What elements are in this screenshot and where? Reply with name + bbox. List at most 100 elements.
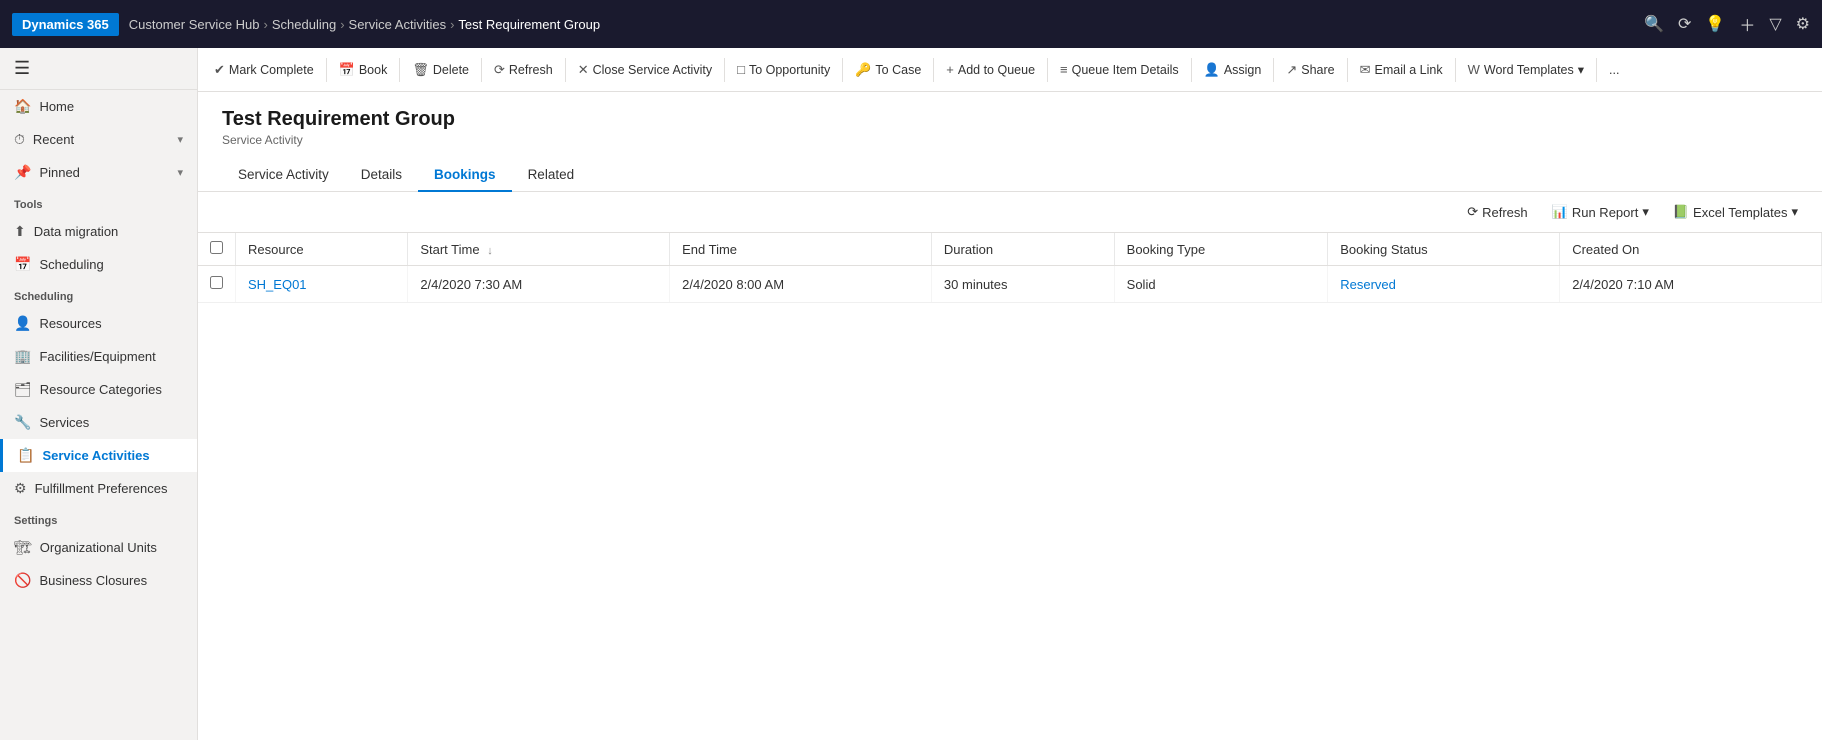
more-button[interactable]: ...: [1601, 57, 1627, 83]
cmd-sep-4: [565, 58, 566, 82]
cell-start-time: 2/4/2020 7:30 AM: [408, 266, 670, 303]
help-icon[interactable]: 💡: [1705, 14, 1725, 34]
cmd-sep-5: [724, 58, 725, 82]
breadcrumb-item-0[interactable]: Customer Service Hub: [129, 17, 260, 32]
sidebar-item-recent[interactable]: ⏱ Recent ▾: [0, 123, 197, 156]
delete-icon: 🗑: [412, 62, 429, 78]
to-opportunity-button[interactable]: □ To Opportunity: [729, 56, 838, 83]
book-button[interactable]: 📅 Book: [331, 56, 396, 84]
row-check[interactable]: [198, 266, 236, 303]
email-link-button[interactable]: ✉ Email a Link: [1352, 56, 1451, 84]
page-header: Test Requirement Group Service Activity: [198, 92, 1822, 147]
select-all-checkbox[interactable]: [210, 241, 223, 254]
cell-end-time: 2/4/2020 8:00 AM: [670, 266, 932, 303]
content-area: ✔ Mark Complete 📅 Book 🗑 Delete ⟳ Refres…: [198, 48, 1822, 740]
page-subtitle: Service Activity: [222, 133, 1798, 147]
scheduling-icon: 📅: [14, 256, 31, 273]
tab-details[interactable]: Details: [345, 159, 418, 192]
close-service-activity-button[interactable]: ✕ Close Service Activity: [570, 56, 720, 84]
col-duration: Duration: [931, 233, 1114, 266]
sidebar-item-data-migration[interactable]: ⬆ Data migration: [0, 215, 197, 248]
grid-refresh-icon: ⟳: [1467, 204, 1478, 220]
pinned-chevron: ▾: [177, 166, 183, 179]
col-resource: Resource: [236, 233, 408, 266]
sidebar: ☰ 🏠 Home ⏱ Recent ▾ 📌 Pinned ▾ Tools ⬆ D…: [0, 48, 198, 740]
breadcrumb: Customer Service Hub › Scheduling › Serv…: [129, 17, 1634, 32]
sidebar-item-services[interactable]: 🔧 Services: [0, 406, 197, 439]
cmd-sep-2: [399, 58, 400, 82]
search-icon[interactable]: 🔍: [1644, 14, 1664, 34]
share-button[interactable]: ↗ Share: [1278, 56, 1342, 84]
grid-refresh-button[interactable]: ⟳ Refresh: [1459, 200, 1535, 224]
tab-bookings[interactable]: Bookings: [418, 159, 512, 192]
assign-button[interactable]: 👤 Assign: [1196, 56, 1270, 84]
sidebar-item-business-closures[interactable]: 🚫 Business Closures: [0, 564, 197, 597]
facilities-icon: 🏢: [14, 348, 31, 365]
recent-chevron: ▾: [177, 133, 183, 146]
queue-details-icon: ≡: [1060, 62, 1068, 77]
section-scheduling: Scheduling: [0, 281, 197, 307]
sidebar-item-fulfillment-preferences[interactable]: ⚙ Fulfillment Preferences: [0, 472, 197, 505]
refresh-button[interactable]: ⟳ Refresh: [486, 56, 561, 84]
run-report-button[interactable]: 📊 Run Report ▾: [1544, 200, 1657, 224]
sidebar-item-resources[interactable]: 👤 Resources: [0, 307, 197, 340]
queue-item-details-button[interactable]: ≡ Queue Item Details: [1052, 56, 1187, 83]
brand[interactable]: Dynamics 365: [12, 13, 119, 36]
tab-related[interactable]: Related: [512, 159, 591, 192]
service-activities-icon: 📋: [17, 447, 34, 464]
filter-icon[interactable]: ▽: [1769, 14, 1781, 34]
section-settings: Settings: [0, 505, 197, 531]
col-created-on: Created On: [1560, 233, 1822, 266]
resource-link[interactable]: SH_EQ01: [248, 277, 307, 292]
excel-templates-button[interactable]: 📗 Excel Templates ▾: [1665, 200, 1806, 224]
grid-toolbar: ⟳ Refresh 📊 Run Report ▾ 📗 Excel Templat…: [198, 192, 1822, 233]
cmd-sep-9: [1191, 58, 1192, 82]
cmd-sep-12: [1455, 58, 1456, 82]
cmd-sep-1: [326, 58, 327, 82]
sidebar-item-resource-categories[interactable]: 🗂 Resource Categories: [0, 373, 197, 406]
grid-container: ⟳ Refresh 📊 Run Report ▾ 📗 Excel Templat…: [198, 192, 1822, 740]
word-templates-button[interactable]: W Word Templates ▾: [1460, 56, 1592, 83]
sidebar-item-service-activities[interactable]: 📋 Service Activities: [0, 439, 197, 472]
mark-complete-button[interactable]: ✔ Mark Complete: [206, 56, 322, 84]
delete-button[interactable]: 🗑 Delete: [404, 56, 477, 84]
breadcrumb-item-3: Test Requirement Group: [458, 17, 600, 32]
cell-booking-type: Solid: [1114, 266, 1328, 303]
sidebar-item-organizational-units[interactable]: 🏗 Organizational Units: [0, 531, 197, 564]
fulfillment-icon: ⚙: [14, 480, 27, 497]
run-report-icon: 📊: [1552, 204, 1568, 220]
run-report-chevron: ▾: [1642, 204, 1649, 220]
breadcrumb-item-2[interactable]: Service Activities: [349, 17, 447, 32]
cmd-sep-7: [933, 58, 934, 82]
settings-icon[interactable]: ⚙: [1796, 14, 1810, 34]
org-units-icon: 🏗: [14, 539, 32, 556]
refresh-cmd-icon: ⟳: [494, 62, 505, 78]
command-bar: ✔ Mark Complete 📅 Book 🗑 Delete ⟳ Refres…: [198, 48, 1822, 92]
page-title: Test Requirement Group: [222, 108, 1798, 131]
add-to-queue-button[interactable]: + Add to Queue: [938, 56, 1043, 83]
add-icon[interactable]: ＋: [1739, 12, 1755, 36]
cell-duration: 30 minutes: [931, 266, 1114, 303]
sidebar-item-scheduling[interactable]: 📅 Scheduling: [0, 248, 197, 281]
col-booking-status: Booking Status: [1328, 233, 1560, 266]
section-tools: Tools: [0, 189, 197, 215]
top-nav: Dynamics 365 Customer Service Hub › Sche…: [0, 0, 1822, 48]
book-icon: 📅: [339, 62, 355, 78]
opportunity-icon: □: [737, 62, 745, 77]
case-icon: 🔑: [855, 62, 871, 78]
sidebar-item-facilities-equipment[interactable]: 🏢 Facilities/Equipment: [0, 340, 197, 373]
sidebar-toggle[interactable]: ☰: [0, 48, 197, 90]
row-checkbox[interactable]: [210, 276, 223, 289]
recent-icon: ⏱: [14, 131, 25, 148]
refresh-icon[interactable]: ⟳: [1678, 14, 1691, 34]
sidebar-item-pinned[interactable]: 📌 Pinned ▾: [0, 156, 197, 189]
resources-icon: 👤: [14, 315, 31, 332]
col-start-time[interactable]: Start Time ↓: [408, 233, 670, 266]
cmd-sep-3: [481, 58, 482, 82]
sidebar-item-home[interactable]: 🏠 Home: [0, 90, 197, 123]
booking-status-link[interactable]: Reserved: [1340, 277, 1396, 292]
word-templates-chevron: ▾: [1578, 62, 1584, 77]
to-case-button[interactable]: 🔑 To Case: [847, 56, 929, 84]
tab-service-activity[interactable]: Service Activity: [222, 159, 345, 192]
breadcrumb-item-1[interactable]: Scheduling: [272, 17, 336, 32]
